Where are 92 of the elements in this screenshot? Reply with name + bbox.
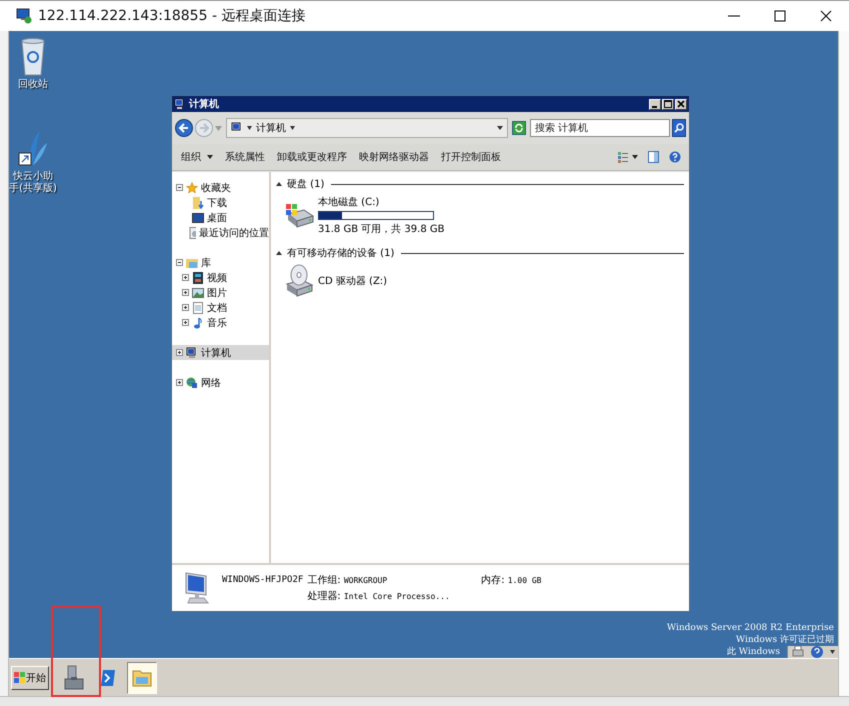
nav-item[interactable]: 网络 <box>172 375 269 390</box>
recycle-bin-icon <box>19 37 47 77</box>
expander-icon <box>182 289 189 296</box>
nav-item[interactable]: 文档 <box>172 300 269 315</box>
nav-item[interactable]: 计算机 <box>172 345 269 360</box>
desktop-icon[interactable]: 回收站 <box>9 37 57 91</box>
detail-field: 处理器: Intel Core Processo... <box>307 589 542 603</box>
drive-name: CD 驱动器 (Z:) <box>318 275 388 288</box>
toolbar-button[interactable]: 映射网络驱动器 <box>354 148 434 166</box>
caret-icon <box>290 126 295 130</box>
license-notice-text: Windows 许可证已过期 <box>736 634 834 646</box>
nav-item[interactable]: 收藏夹 <box>172 180 269 195</box>
pane-icon <box>648 151 659 163</box>
caret-icon <box>207 155 213 159</box>
license-notice-text: Windows Server 2008 R2 Enterprise <box>666 622 834 634</box>
close-icon <box>820 10 832 22</box>
search-icon <box>674 123 684 133</box>
music-note-icon <box>192 316 204 328</box>
remote-desktop-icon <box>16 8 32 24</box>
expander-icon <box>176 379 183 386</box>
expander-icon <box>176 349 183 356</box>
desktop-icon[interactable]: 快云小助手(共享版) <box>9 129 57 195</box>
film-strip-icon <box>192 272 204 284</box>
back-button[interactable] <box>175 119 193 137</box>
monitor-icon <box>192 212 204 224</box>
star-icon <box>186 182 198 194</box>
nav-item[interactable]: 图片 <box>172 285 269 300</box>
explorer-title: 计算机 <box>189 98 219 111</box>
start-button[interactable]: 开始 <box>11 666 49 690</box>
refresh-button[interactable] <box>512 121 526 135</box>
caret-icon <box>830 650 836 654</box>
expander-icon <box>176 184 183 191</box>
maximize-icon <box>664 100 672 108</box>
drive-name: 本地磁盘 (C:) <box>318 196 380 209</box>
dropdown-caret-icon <box>215 126 222 130</box>
caret-icon <box>247 126 252 130</box>
address-bar[interactable]: 计算机 <box>226 118 508 138</box>
group-header[interactable]: 有可移动存储的设备 (1) <box>276 246 684 260</box>
picture-icon <box>192 286 204 298</box>
computer-icon <box>186 346 198 358</box>
expander-icon <box>176 259 183 266</box>
search-field[interactable]: 搜索 计算机 <box>530 119 670 137</box>
nav-item[interactable]: 最近访问的位置 <box>172 225 269 240</box>
toolbar-button[interactable]: 卸载或更改程序 <box>272 148 352 166</box>
breadcrumb[interactable]: 计算机 <box>256 121 286 135</box>
nav-item[interactable]: 音乐 <box>172 315 269 330</box>
help-icon <box>669 151 681 163</box>
group-header[interactable]: 硬盘 (1) <box>276 177 684 191</box>
hard-drive-icon <box>284 202 314 230</box>
refresh-icon <box>514 123 524 133</box>
cd-drive-icon <box>284 264 314 298</box>
maximize-button[interactable] <box>662 98 674 110</box>
folder-arrow-icon <box>192 196 204 208</box>
minimize-button[interactable] <box>649 98 661 110</box>
nav-item[interactable]: 视频 <box>172 270 269 285</box>
window-title: 122.114.222.143:18855 - 远程桌面连接 <box>38 7 306 25</box>
folder-icon <box>186 256 198 268</box>
license-notice-text: 此 Windows <box>726 646 780 658</box>
computer-monitor-icon <box>184 571 212 605</box>
toolbar-button[interactable]: 系统属性 <box>220 148 270 166</box>
expander-icon <box>182 304 189 311</box>
windows-logo-icon <box>14 672 25 683</box>
close-icon <box>677 100 685 108</box>
nav-item[interactable]: 库 <box>172 255 269 270</box>
detail-field: 工作组: WORKGROUP <box>307 573 388 587</box>
close-button[interactable] <box>675 98 687 110</box>
network-globe-icon <box>186 376 198 388</box>
desktop-icon-label: 快云小助手(共享版) <box>9 171 57 195</box>
expander-icon <box>182 274 189 281</box>
computer-icon <box>174 98 186 110</box>
document-icon <box>192 302 204 314</box>
drive-item[interactable]: 本地磁盘 (C:) 31.8 GB 可用，共 39.8 GB <box>276 191 684 242</box>
taskbar-app-button[interactable] <box>127 662 157 694</box>
maximize-icon <box>774 10 786 22</box>
computer-name: WINDOWS-HFJPO2F <box>222 575 304 585</box>
search-button[interactable] <box>672 119 686 137</box>
drive-space-text: 31.8 GB 可用，共 39.8 GB <box>318 222 444 236</box>
desktop-icon-label: 回收站 <box>18 79 48 91</box>
nav-item[interactable]: 桌面 <box>172 210 269 225</box>
toolbar-button[interactable]: 组织 <box>176 148 218 166</box>
caret-icon <box>497 126 503 130</box>
server-toolbox-icon <box>63 664 85 690</box>
view-list-icon <box>618 152 628 162</box>
caret-icon <box>632 155 638 159</box>
drive-item[interactable]: CD 驱动器 (Z:) <box>276 260 684 304</box>
expander-icon <box>182 319 189 326</box>
detail-field: 内存: 1.00 GB <box>481 573 542 587</box>
toolbar-button[interactable]: 打开控制面板 <box>436 148 506 166</box>
collapse-arrow-icon <box>276 251 282 255</box>
document-clock-icon <box>189 226 196 238</box>
nav-item[interactable]: 下载 <box>172 195 269 210</box>
collapse-arrow-icon <box>276 182 282 186</box>
